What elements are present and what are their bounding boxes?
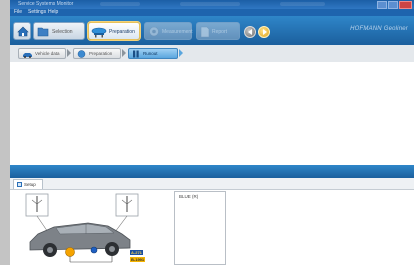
measurement-panel: BLUE (R)	[174, 191, 226, 265]
wheel-icon	[133, 50, 139, 58]
chevron-right-icon	[179, 49, 183, 57]
home-button[interactable]	[13, 22, 31, 40]
toolbar-button-selection[interactable]: Selection	[33, 22, 85, 40]
toolbar-button-preparation[interactable]: Preparation	[88, 22, 140, 40]
close-button[interactable]	[399, 1, 412, 9]
setup-icon	[17, 182, 22, 187]
vehicle-icon	[23, 53, 32, 58]
menu-item-settings[interactable]: Settings	[28, 9, 46, 16]
breadcrumb-label: Vehicle data	[35, 51, 60, 56]
breadcrumb-item-runout[interactable]: Runout	[128, 48, 178, 59]
back-button[interactable]	[244, 26, 256, 38]
toolbar-button-label: Measurement	[162, 29, 193, 35]
tag-orange: B-1991	[130, 257, 146, 262]
brand-logo: HOFMANN Geoliner	[350, 26, 408, 32]
chevron-right-icon	[67, 49, 71, 57]
main-content-area	[10, 62, 414, 165]
lift-icon	[91, 27, 107, 38]
home-icon	[17, 26, 29, 37]
breadcrumb-label: Runout	[143, 51, 158, 56]
menu-item-help[interactable]: Help	[48, 9, 58, 16]
toolbar-button-measurement[interactable]: Measurement	[144, 22, 193, 40]
breadcrumb-label: Preparation	[89, 51, 113, 56]
panel-divider-bar	[10, 165, 414, 178]
sensor-blue-icon[interactable]	[90, 246, 98, 254]
menu-bar: File Settings Help	[10, 9, 414, 16]
tag-blue: A-271	[130, 250, 143, 255]
tab-setup[interactable]: Setup	[13, 179, 43, 189]
lower-tab-strip: Setup	[10, 178, 414, 190]
toolbar-button-label: Report	[212, 29, 228, 35]
toolbar-button-label: Selection	[52, 29, 73, 35]
title-bar: Service Systems Monitor	[10, 0, 414, 9]
wrench-icon	[77, 50, 86, 58]
forward-arrow-icon	[263, 29, 267, 35]
breadcrumb: Vehicle data Preparation Runout	[10, 45, 414, 63]
vehicle-setup-diagram	[25, 193, 139, 263]
window-controls	[377, 1, 412, 9]
titlebar-decoration	[100, 2, 140, 6]
toolbar-button-label: Preparation	[109, 29, 135, 35]
window-left-border	[0, 0, 10, 265]
document-icon	[200, 26, 210, 38]
folder-icon	[37, 27, 49, 37]
breadcrumb-item-vehicle-data[interactable]: Vehicle data	[18, 48, 66, 59]
main-toolbar: Selection Preparation Measurement Report…	[10, 16, 414, 45]
tab-label: Setup	[24, 182, 36, 187]
panel-label: BLUE (R)	[179, 194, 199, 199]
back-arrow-icon	[248, 29, 252, 35]
forward-button[interactable]	[258, 26, 270, 38]
toolbar-button-report[interactable]: Report	[196, 22, 240, 40]
breadcrumb-item-preparation[interactable]: Preparation	[73, 48, 121, 59]
sensor-orange-icon[interactable]	[65, 247, 75, 257]
menu-item-file[interactable]: File	[14, 9, 22, 16]
window-title: Service Systems Monitor	[18, 1, 74, 7]
titlebar-decoration	[180, 2, 240, 6]
wheel-icon	[149, 26, 159, 37]
chevron-right-icon	[122, 49, 126, 57]
minimize-button[interactable]	[377, 1, 387, 9]
maximize-button[interactable]	[388, 1, 398, 9]
titlebar-decoration	[280, 2, 325, 6]
right-target-stand	[111, 193, 139, 237]
